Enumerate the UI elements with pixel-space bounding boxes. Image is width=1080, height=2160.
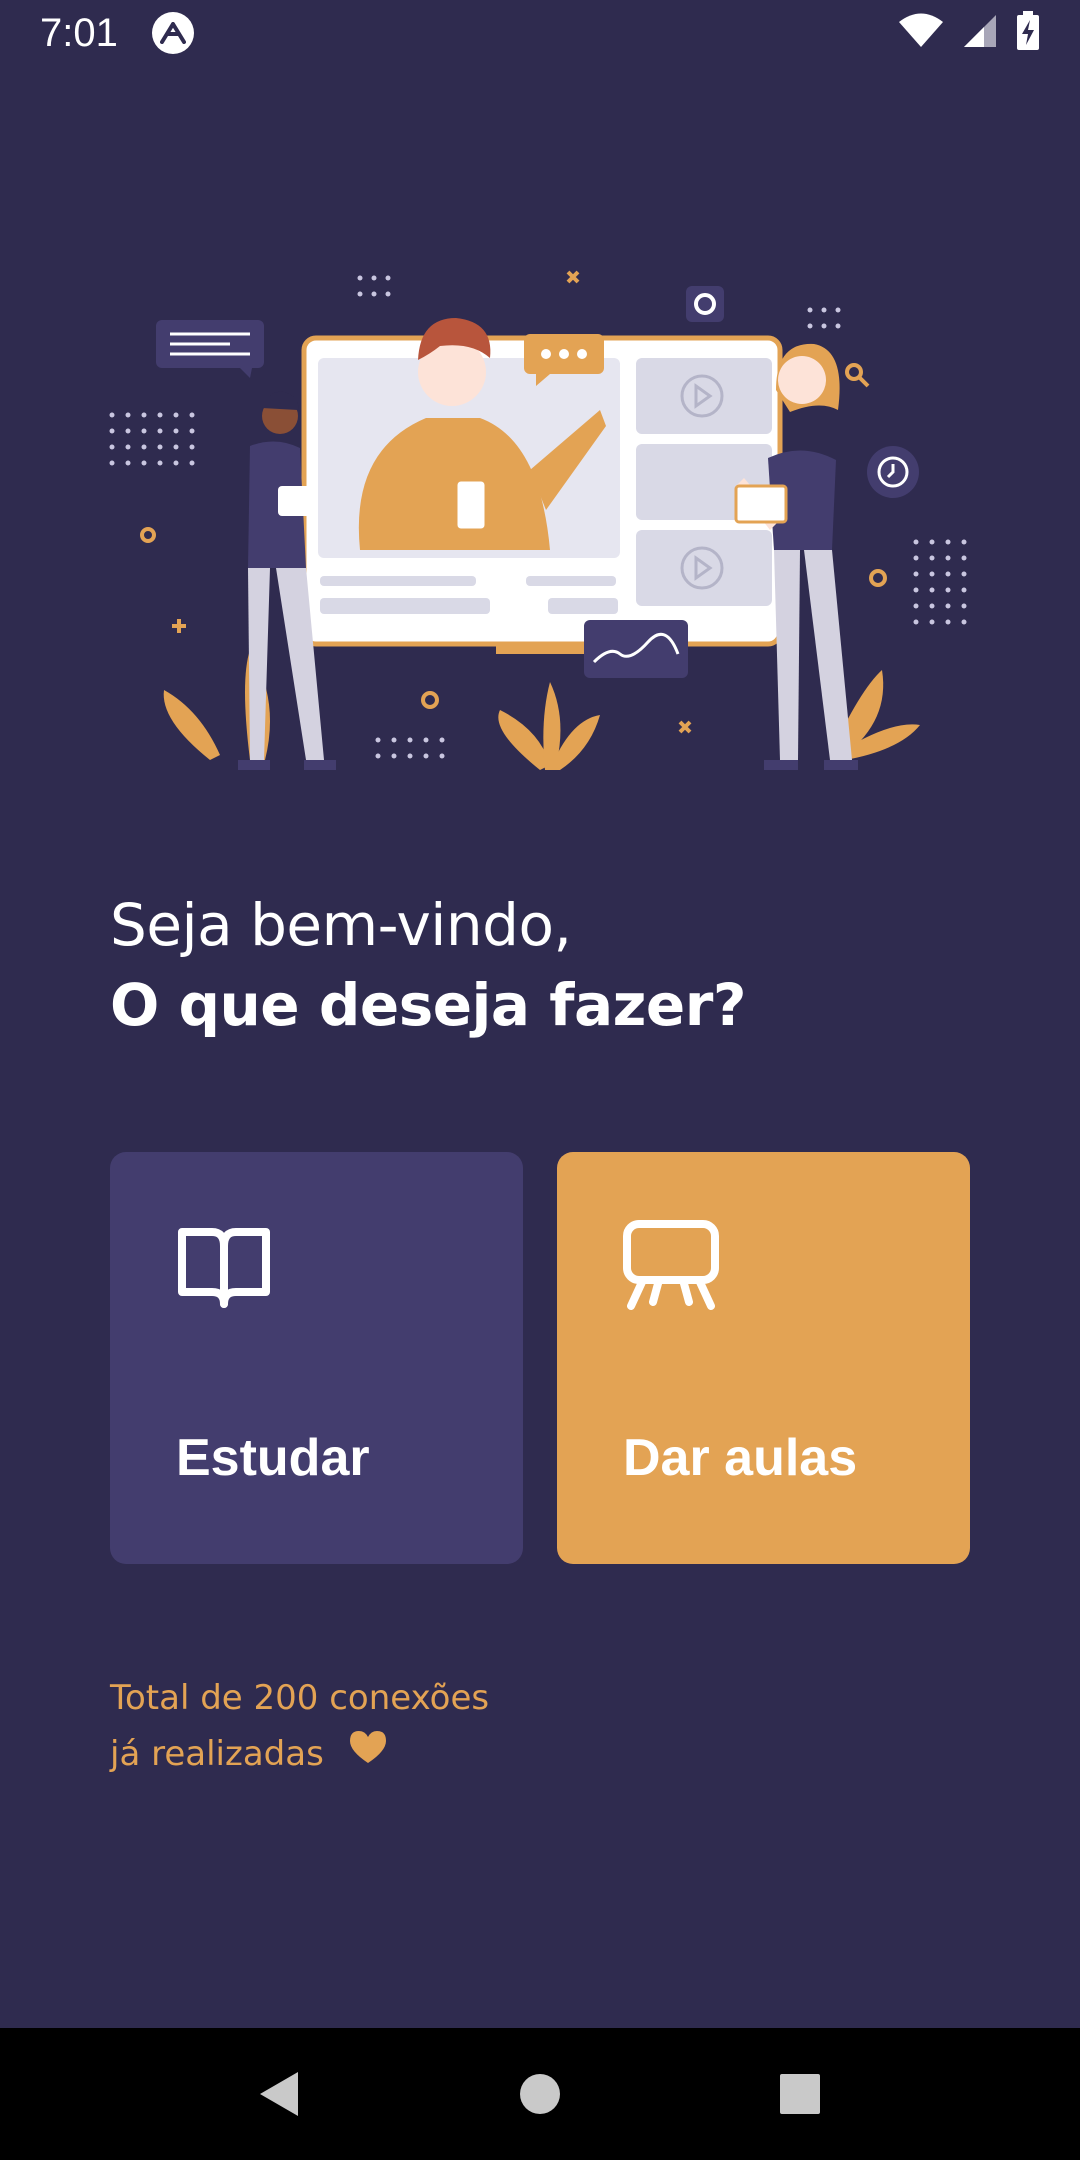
wifi-icon [898,13,944,54]
study-label: Estudar [176,1429,370,1487]
online-classroom-illustration [100,250,980,790]
dots-decoration [357,275,841,329]
presentation-icon [623,1218,719,1319]
status-left: 7:01 [40,11,194,56]
book-open-icon [176,1218,272,1319]
connections-line1: Total de 200 conexões [110,1678,490,1718]
connections-text: Total de 200 conexões já realizadas [110,1670,489,1782]
battery-charging-icon [1016,10,1040,56]
back-icon[interactable] [240,2054,320,2134]
expo-icon [151,12,194,54]
connections-line2: já realizadas [110,1734,324,1774]
status-right [898,10,1040,56]
signal-icon [962,13,998,54]
status-time: 7:01 [40,10,118,55]
connections-line2-row: já realizadas [110,1726,489,1782]
welcome-heading: Seja bem-vindo, O que deseja fazer? [110,885,746,1045]
status-bar: 7:01 [0,0,1080,66]
recents-icon[interactable] [760,2054,840,2134]
teach-label: Dar aulas [623,1429,858,1487]
welcome-line2: O que deseja fazer? [110,971,746,1039]
home-icon[interactable] [500,2054,580,2134]
study-button[interactable]: Estudar [110,1152,523,1564]
welcome-line1: Seja bem-vindo, [110,891,572,959]
heart-icon [348,1726,388,1782]
navigation-bar [0,2028,1080,2160]
teach-button[interactable]: Dar aulas [557,1152,970,1564]
